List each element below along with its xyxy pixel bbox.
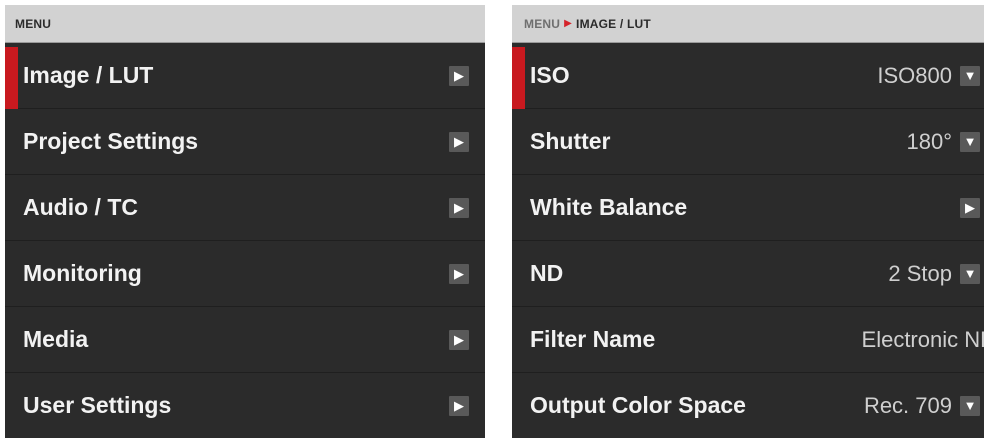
setting-label: ISO xyxy=(530,62,570,88)
setting-value: 180° xyxy=(906,128,952,154)
menu-item-label: User Settings xyxy=(23,392,172,418)
menu-item-label: Audio / TC xyxy=(23,194,138,220)
menu-item-user-settings[interactable]: User Settings ▶ xyxy=(5,373,485,438)
menu-item-media[interactable]: Media ▶ xyxy=(5,307,485,373)
breadcrumb-current: IMAGE / LUT xyxy=(576,16,651,31)
dropdown-arrow-icon[interactable]: ▼ xyxy=(960,395,980,416)
menu-item-label: Project Settings xyxy=(23,128,199,154)
image-lut-panel: MENU ▶ IMAGE / LUT ISO ISO800 ▼ Shutter … xyxy=(512,5,984,438)
image-lut-list: ISO ISO800 ▼ Shutter 180° ▼ White Balanc… xyxy=(512,43,984,438)
dropdown-arrow-icon[interactable]: ▼ xyxy=(960,65,980,86)
menu-item-image-lut[interactable]: Image / LUT ▶ xyxy=(5,43,485,109)
menu-item-monitoring[interactable]: Monitoring ▶ xyxy=(5,241,485,307)
setting-white-balance[interactable]: White Balance ▶ xyxy=(512,175,984,241)
menu-item-label: Image / LUT xyxy=(23,62,154,88)
chevron-right-icon[interactable]: ▶ xyxy=(449,263,469,284)
setting-label: Filter Name xyxy=(530,326,656,352)
chevron-right-icon[interactable]: ▶ xyxy=(449,329,469,350)
setting-value: Electronic ND xyxy=(861,326,984,352)
dropdown-arrow-icon[interactable]: ▼ xyxy=(960,131,980,152)
chevron-right-icon[interactable]: ▶ xyxy=(960,197,980,218)
main-menu-panel: MENU Image / LUT ▶ Project Settings ▶ Au… xyxy=(5,5,485,438)
breadcrumb-separator-icon: ▶ xyxy=(564,18,573,29)
setting-value: ISO800 xyxy=(877,62,952,88)
main-menu-list: Image / LUT ▶ Project Settings ▶ Audio /… xyxy=(5,43,485,438)
breadcrumb-root[interactable]: MENU xyxy=(524,17,560,31)
chevron-right-icon[interactable]: ▶ xyxy=(449,197,469,218)
setting-iso[interactable]: ISO ISO800 ▼ xyxy=(512,43,984,109)
setting-label: Shutter xyxy=(530,128,611,154)
breadcrumb: MENU ▶ IMAGE / LUT xyxy=(512,5,984,43)
chevron-right-icon[interactable]: ▶ xyxy=(449,65,469,86)
chevron-right-icon[interactable]: ▶ xyxy=(449,395,469,416)
menu-item-label: Monitoring xyxy=(23,260,142,286)
menu-item-label: Media xyxy=(23,326,89,352)
setting-value: Rec. 709 xyxy=(863,392,952,418)
setting-output-color-space[interactable]: Output Color Space Rec. 709 ▼ xyxy=(512,373,984,438)
dropdown-arrow-icon[interactable]: ▼ xyxy=(960,263,980,284)
setting-filter-name: Filter Name Electronic ND xyxy=(512,307,984,373)
menu-item-project-settings[interactable]: Project Settings ▶ xyxy=(5,109,485,175)
setting-label: Output Color Space xyxy=(530,392,746,418)
setting-nd[interactable]: ND 2 Stop ▼ xyxy=(512,241,984,307)
chevron-right-icon[interactable]: ▶ xyxy=(449,131,469,152)
setting-label: ND xyxy=(530,260,564,286)
menu-item-audio-tc[interactable]: Audio / TC ▶ xyxy=(5,175,485,241)
setting-value: 2 Stop xyxy=(888,260,952,286)
setting-shutter[interactable]: Shutter 180° ▼ xyxy=(512,109,984,175)
menu-header: MENU xyxy=(5,5,485,43)
setting-label: White Balance xyxy=(530,194,688,220)
